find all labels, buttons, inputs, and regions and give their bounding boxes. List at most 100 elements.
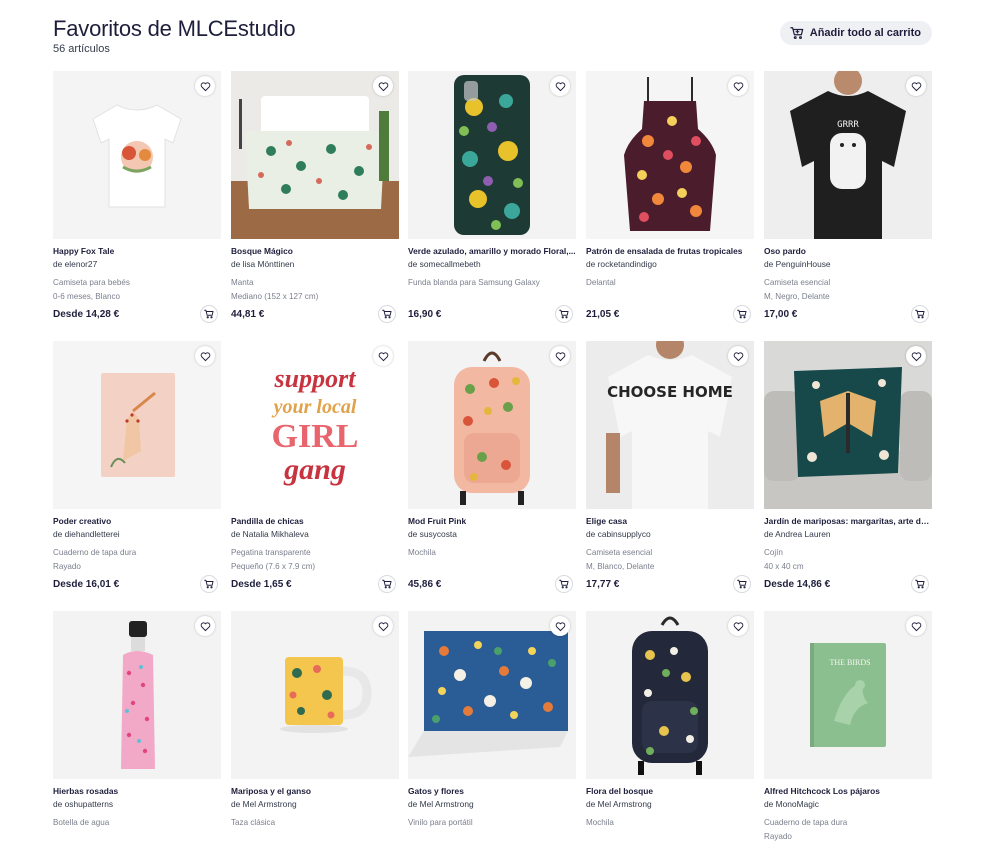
cart-icon bbox=[559, 309, 569, 319]
add-to-cart-button[interactable] bbox=[555, 575, 573, 593]
product-name[interactable]: Jardín de mariposas: margaritas, arte de… bbox=[764, 516, 932, 526]
product-image[interactable] bbox=[53, 71, 221, 239]
favorite-button[interactable] bbox=[550, 346, 570, 366]
product-card[interactable]: GRRR Oso pardo de PenguinHouse Camiseta … bbox=[764, 71, 932, 331]
product-name[interactable]: Verde azulado, amarillo y morado Floral,… bbox=[408, 246, 576, 256]
favorite-button[interactable] bbox=[906, 76, 926, 96]
heart-icon bbox=[378, 351, 388, 361]
product-image[interactable] bbox=[408, 71, 576, 239]
product-name[interactable]: Poder creativo bbox=[53, 516, 221, 526]
product-artist[interactable]: de rocketandindigo bbox=[586, 259, 754, 269]
add-all-label: Añadir todo al carrito bbox=[809, 27, 921, 39]
product-name[interactable]: Mariposa y el ganso bbox=[231, 786, 399, 796]
product-image[interactable] bbox=[231, 611, 399, 779]
product-name[interactable]: Flora del bosque bbox=[586, 786, 754, 796]
favorite-button[interactable] bbox=[728, 76, 748, 96]
product-image[interactable]: THE BIRDS bbox=[764, 611, 932, 779]
product-artist[interactable]: de oshupatterns bbox=[53, 799, 221, 809]
product-image[interactable] bbox=[408, 341, 576, 509]
product-image[interactable] bbox=[408, 611, 576, 779]
favorite-button[interactable] bbox=[373, 346, 393, 366]
product-card[interactable]: Verde azulado, amarillo y morado Floral,… bbox=[408, 71, 576, 331]
product-variant: Mediano (152 x 127 cm) bbox=[231, 292, 319, 301]
product-name[interactable]: Pandilla de chicas bbox=[231, 516, 399, 526]
add-to-cart-button[interactable] bbox=[555, 305, 573, 323]
cart-icon bbox=[204, 579, 214, 589]
product-card[interactable]: Jardín de mariposas: margaritas, arte de… bbox=[764, 341, 932, 601]
product-artist[interactable]: de somecallmebeth bbox=[408, 259, 576, 269]
product-card[interactable]: Mod Fruit Pink de susycosta Mochila 45,8… bbox=[408, 341, 576, 601]
add-to-cart-button[interactable] bbox=[378, 305, 396, 323]
product-artist[interactable]: de lisa Mönttinen bbox=[231, 259, 399, 269]
product-type: Funda blanda para Samsung Galaxy bbox=[408, 278, 540, 287]
favorite-button[interactable] bbox=[550, 616, 570, 636]
product-card[interactable]: Mariposa y el ganso de Mel Armstrong Taz… bbox=[231, 611, 399, 844]
product-name[interactable]: Happy Fox Tale bbox=[53, 246, 221, 256]
product-name[interactable]: Elige casa bbox=[586, 516, 754, 526]
add-to-cart-button[interactable] bbox=[911, 575, 929, 593]
product-card[interactable]: THE BIRDS Alfred Hitchcock Los pájaros d… bbox=[764, 611, 932, 844]
product-artist[interactable]: de Andrea Lauren bbox=[764, 529, 932, 539]
product-artist[interactable]: de susycosta bbox=[408, 529, 576, 539]
favorite-button[interactable] bbox=[550, 76, 570, 96]
product-card[interactable]: Hierbas rosadas de oshupatterns Botella … bbox=[53, 611, 221, 844]
product-price: 17,77 € bbox=[586, 579, 620, 590]
product-card[interactable]: Gatos y flores de Mel Armstrong Vinilo p… bbox=[408, 611, 576, 844]
product-image[interactable] bbox=[586, 611, 754, 779]
product-card[interactable]: Flora del bosque de Mel Armstrong Mochil… bbox=[586, 611, 754, 844]
product-artist[interactable]: de diehandletterei bbox=[53, 529, 221, 539]
product-image[interactable]: GRRR bbox=[764, 71, 932, 239]
product-type: Cojín bbox=[764, 548, 783, 557]
product-image[interactable] bbox=[586, 71, 754, 239]
add-all-to-cart-button[interactable]: Añadir todo al carrito bbox=[779, 21, 932, 45]
product-card[interactable]: Patrón de ensalada de frutas tropicales … bbox=[586, 71, 754, 331]
product-image[interactable] bbox=[53, 341, 221, 509]
cart-icon bbox=[737, 309, 747, 319]
product-image[interactable]: support your local GIRL gang bbox=[231, 341, 399, 509]
add-to-cart-button[interactable] bbox=[733, 305, 751, 323]
add-to-cart-button[interactable] bbox=[911, 305, 929, 323]
favorite-button[interactable] bbox=[195, 346, 215, 366]
add-to-cart-button[interactable] bbox=[200, 575, 218, 593]
book-title: THE BIRDS bbox=[829, 658, 870, 667]
product-image[interactable]: CHOOSE HOME bbox=[586, 341, 754, 509]
product-variant: Pequeño (7.6 x 7.9 cm) bbox=[231, 562, 316, 571]
product-card[interactable]: Happy Fox Tale de elenor27 Camiseta para… bbox=[53, 71, 221, 331]
product-name[interactable]: Hierbas rosadas bbox=[53, 786, 221, 796]
heart-icon bbox=[378, 81, 388, 91]
product-name[interactable]: Mod Fruit Pink bbox=[408, 516, 576, 526]
product-artist[interactable]: de Mel Armstrong bbox=[408, 799, 576, 809]
product-card[interactable]: Bosque Mágico de lisa Mönttinen Manta Me… bbox=[231, 71, 399, 331]
heart-icon bbox=[911, 81, 921, 91]
product-name[interactable]: Patrón de ensalada de frutas tropicales bbox=[586, 246, 754, 256]
favorite-button[interactable] bbox=[906, 346, 926, 366]
product-name[interactable]: Alfred Hitchcock Los pájaros bbox=[764, 786, 932, 796]
product-artist[interactable]: de elenor27 bbox=[53, 259, 221, 269]
favorite-button[interactable] bbox=[195, 76, 215, 96]
add-to-cart-button[interactable] bbox=[733, 575, 751, 593]
product-name[interactable]: Gatos y flores bbox=[408, 786, 576, 796]
favorite-button[interactable] bbox=[906, 616, 926, 636]
product-card[interactable]: Poder creativo de diehandletterei Cuader… bbox=[53, 341, 221, 601]
product-card[interactable]: CHOOSE HOME Elige casa de cabinsupplyco … bbox=[586, 341, 754, 601]
product-artist[interactable]: de cabinsupplyco bbox=[586, 529, 754, 539]
add-to-cart-button[interactable] bbox=[200, 305, 218, 323]
product-name[interactable]: Oso pardo bbox=[764, 246, 932, 256]
favorite-button[interactable] bbox=[373, 76, 393, 96]
product-image[interactable] bbox=[764, 341, 932, 509]
heart-icon bbox=[555, 621, 565, 631]
product-artist[interactable]: de MonoMagic bbox=[764, 799, 932, 809]
add-to-cart-button[interactable] bbox=[378, 575, 396, 593]
product-artist[interactable]: de Mel Armstrong bbox=[586, 799, 754, 809]
product-name[interactable]: Bosque Mágico bbox=[231, 246, 399, 256]
favorite-button[interactable] bbox=[373, 616, 393, 636]
product-image[interactable] bbox=[231, 71, 399, 239]
favorite-button[interactable] bbox=[728, 346, 748, 366]
product-card[interactable]: support your local GIRL gang Pandilla de… bbox=[231, 341, 399, 601]
product-artist[interactable]: de PenguinHouse bbox=[764, 259, 932, 269]
product-artist[interactable]: de Natalia Mikhaleva bbox=[231, 529, 399, 539]
favorite-button[interactable] bbox=[195, 616, 215, 636]
favorite-button[interactable] bbox=[728, 616, 748, 636]
product-artist[interactable]: de Mel Armstrong bbox=[231, 799, 399, 809]
product-image[interactable] bbox=[53, 611, 221, 779]
